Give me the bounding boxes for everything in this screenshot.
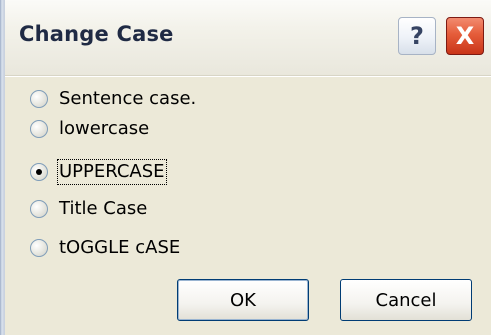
option-label-title-case: Title Case xyxy=(59,198,148,219)
radio-toggle-case[interactable] xyxy=(30,239,48,257)
option-label-uppercase: UPPERCASE xyxy=(57,159,167,185)
radio-sentence-case[interactable] xyxy=(30,90,48,108)
option-toggle-case[interactable]: tOGGLE cASE xyxy=(30,235,180,261)
option-label-toggle-case: tOGGLE cASE xyxy=(59,237,181,258)
option-uppercase[interactable]: UPPERCASE xyxy=(30,159,167,185)
title-bar: Change Case ? X xyxy=(5,0,491,76)
cancel-button[interactable]: Cancel xyxy=(340,279,472,321)
radio-lowercase[interactable] xyxy=(30,120,48,138)
help-icon: ? xyxy=(410,22,424,50)
radio-title-case[interactable] xyxy=(30,200,48,218)
dialog-title: Change Case xyxy=(19,22,174,46)
option-title-case[interactable]: Title Case xyxy=(30,196,147,222)
option-lowercase[interactable]: lowercase xyxy=(30,116,149,142)
close-button[interactable]: X xyxy=(446,17,484,55)
ok-button[interactable]: OK xyxy=(177,279,309,321)
radio-uppercase[interactable] xyxy=(30,163,48,181)
option-label-sentence-case: Sentence case. xyxy=(59,88,197,109)
option-sentence-case[interactable]: Sentence case. xyxy=(30,86,196,112)
ok-label: OK xyxy=(230,289,256,311)
help-button[interactable]: ? xyxy=(398,17,436,55)
option-label-lowercase: lowercase xyxy=(59,118,150,139)
change-case-dialog: Change Case ? X Sentence case. lowercase… xyxy=(0,0,491,335)
close-icon: X xyxy=(455,22,475,50)
cancel-label: Cancel xyxy=(375,289,437,311)
